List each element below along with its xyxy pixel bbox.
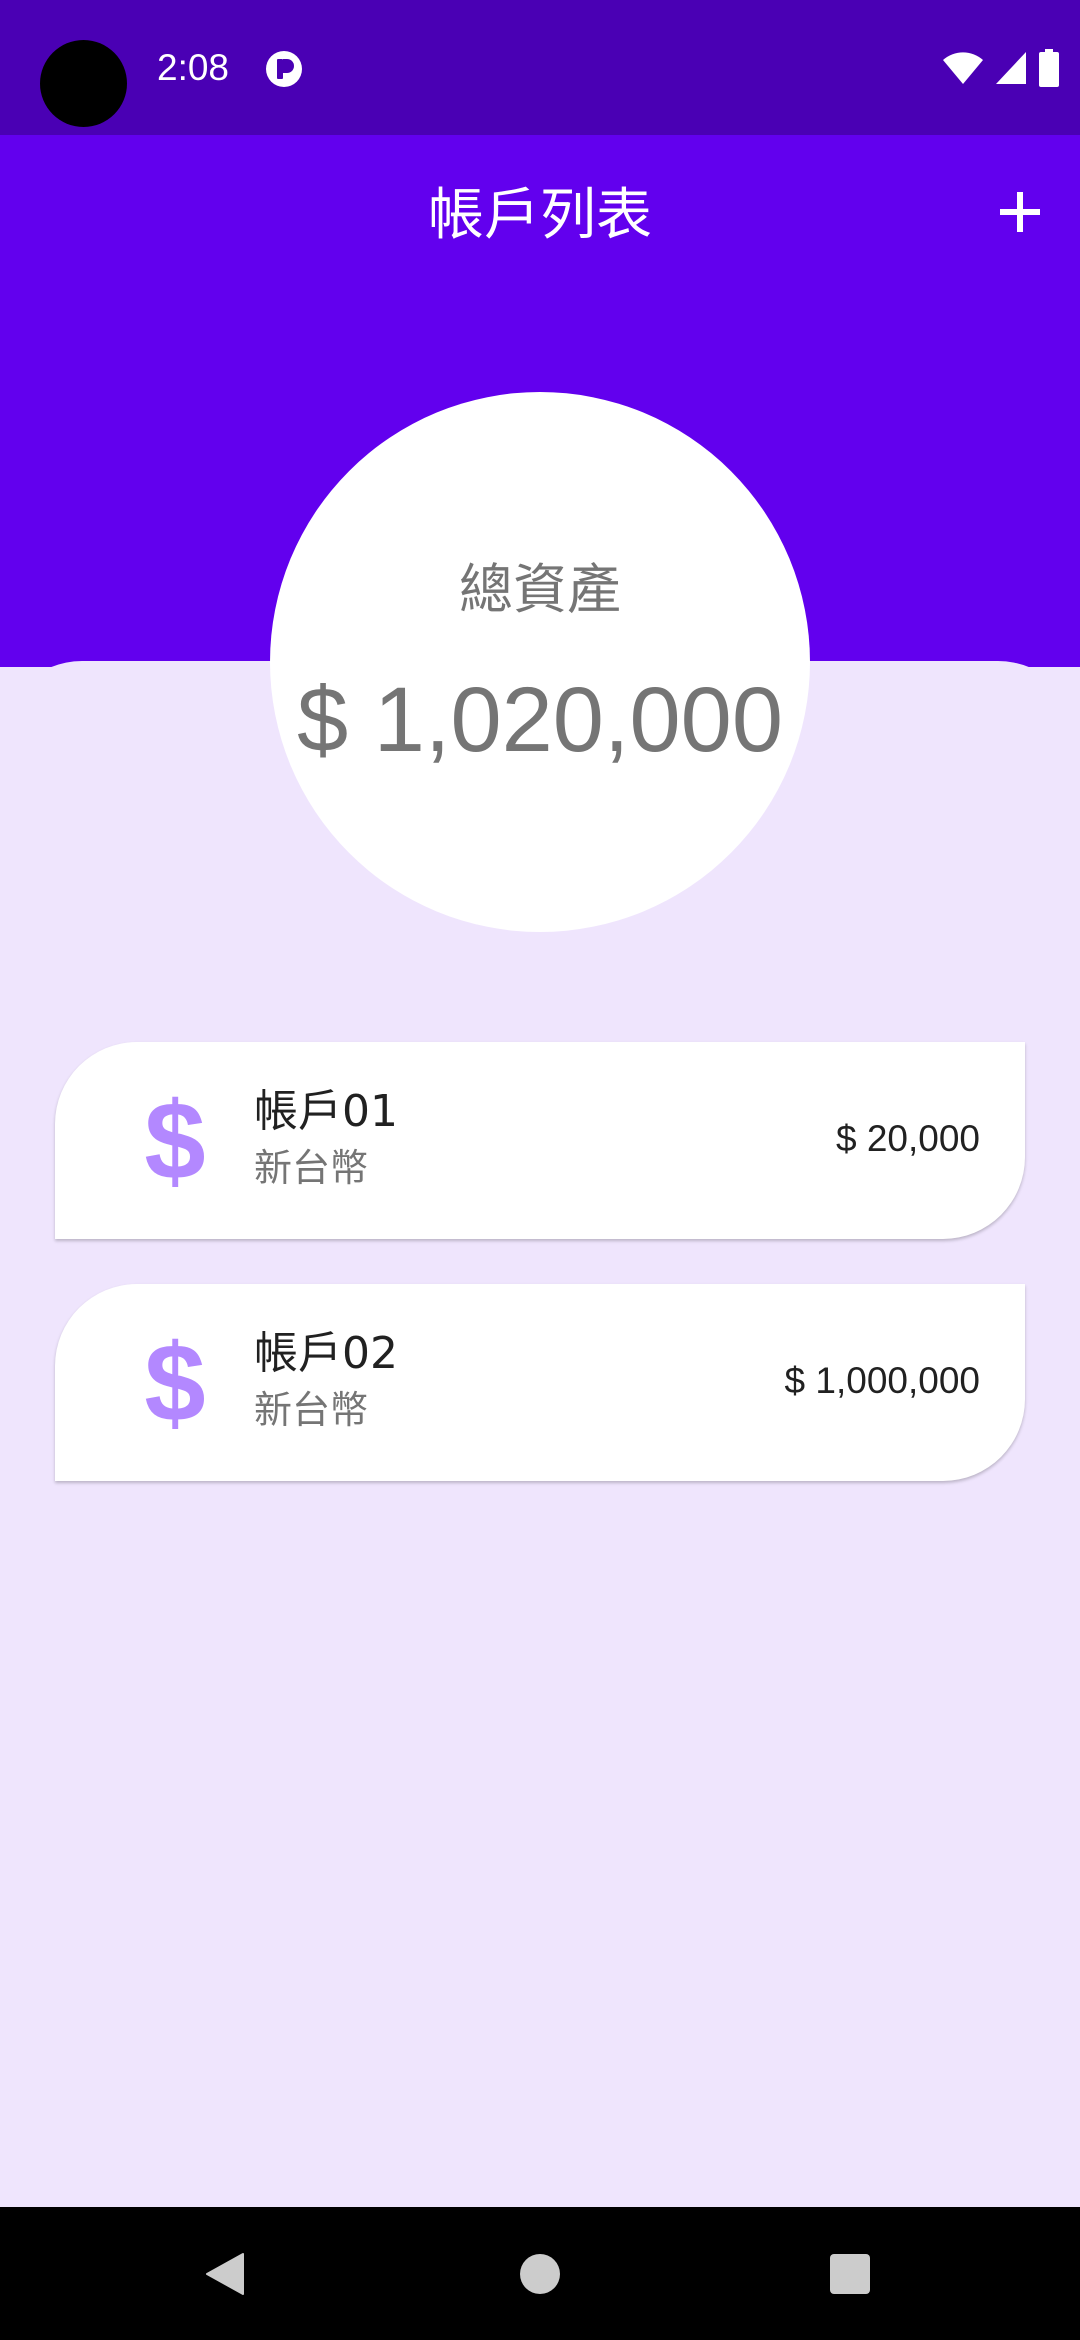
account-currency: 新台幣 <box>254 1388 369 1432</box>
total-assets-value: $ 1,020,000 <box>296 669 783 771</box>
notification-app-icon <box>266 51 302 87</box>
status-bar: 2:08 <box>0 0 1080 135</box>
total-assets-label: 總資產 <box>459 558 621 621</box>
nav-recents-button[interactable] <box>790 2207 910 2340</box>
account-balance: $ 1,000,000 <box>784 1360 980 1401</box>
system-nav-bar <box>0 2207 1080 2340</box>
dollar-sign-icon: $ <box>144 1080 206 1203</box>
add-account-button[interactable] <box>980 172 1060 252</box>
dollar-sign-icon: $ <box>144 1322 206 1445</box>
recents-icon <box>830 2253 870 2294</box>
status-time: 2:08 <box>157 47 230 88</box>
status-icons <box>942 44 1060 92</box>
total-assets-circle: 總資產 $ 1,020,000 <box>270 392 810 932</box>
home-icon <box>520 2253 560 2294</box>
account-name: 帳戶02 <box>254 1328 398 1379</box>
wifi-icon <box>943 52 983 84</box>
account-name: 帳戶01 <box>254 1086 398 1137</box>
battery-icon <box>1039 49 1059 87</box>
back-icon <box>206 2252 244 2295</box>
plus-icon <box>1000 192 1040 232</box>
account-currency: 新台幣 <box>254 1146 369 1190</box>
nav-home-button[interactable] <box>480 2207 600 2340</box>
account-balance: $ 20,000 <box>835 1118 980 1159</box>
cellular-signal-icon <box>996 52 1026 84</box>
account-card[interactable]: $ 帳戶01 新台幣 $ 20,000 <box>55 1042 1025 1239</box>
camera-cutout <box>40 40 127 127</box>
nav-back-button[interactable] <box>165 2207 285 2340</box>
page-title: 帳戶列表 <box>428 183 652 248</box>
account-card[interactable]: $ 帳戶02 新台幣 $ 1,000,000 <box>55 1284 1025 1481</box>
